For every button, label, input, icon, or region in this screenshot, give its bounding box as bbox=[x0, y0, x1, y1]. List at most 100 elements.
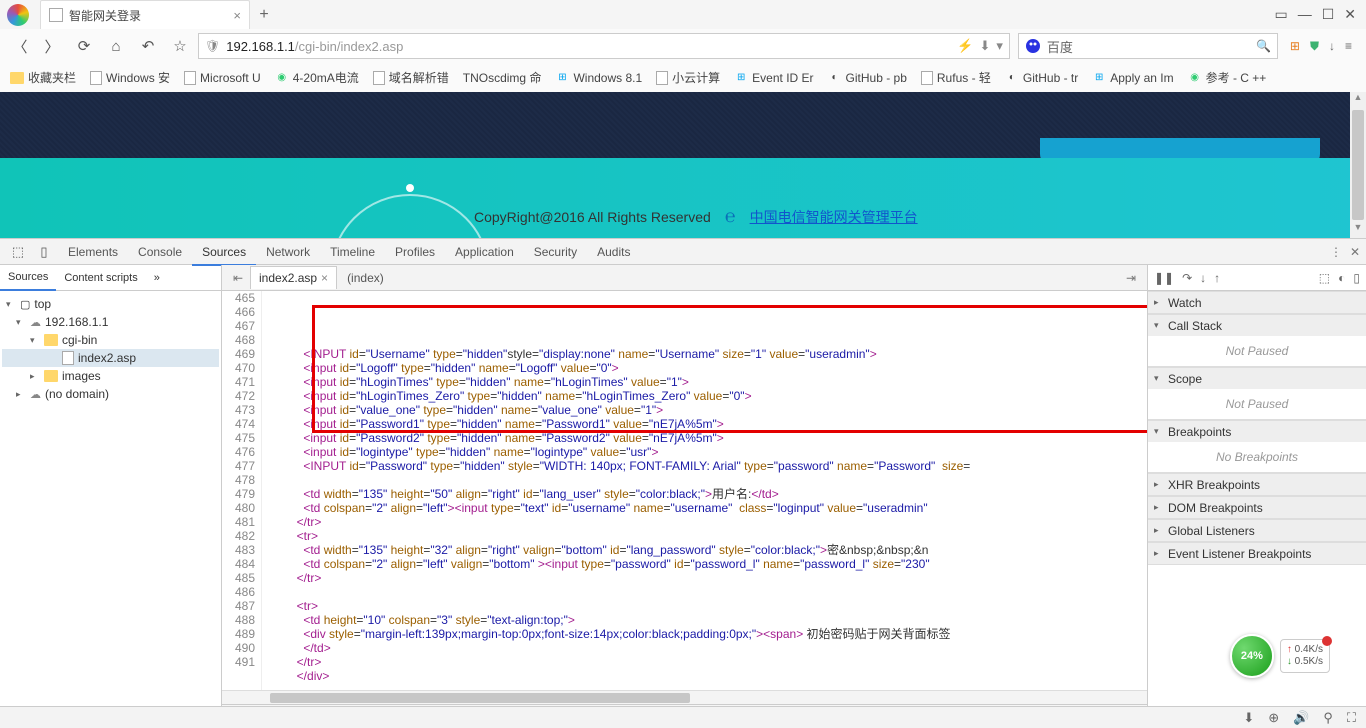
bookmark-item[interactable]: Rufus - 轻 bbox=[917, 67, 995, 88]
alert-dot-icon bbox=[1322, 636, 1332, 646]
network-icon[interactable]: ⊕ bbox=[1268, 710, 1279, 726]
bookmark-item[interactable]: 域名解析错 bbox=[369, 67, 453, 88]
line-gutter: 4654664674684694704714724734744754764774… bbox=[222, 291, 262, 690]
devtools-tab-profiles[interactable]: Profiles bbox=[385, 240, 445, 264]
debug-section-dom-breakpoints[interactable]: ▸DOM Breakpoints bbox=[1148, 496, 1366, 518]
app-logo[interactable] bbox=[0, 0, 36, 29]
sources-tab[interactable]: Sources bbox=[0, 265, 56, 291]
file-tree: ▾▢top ▾☁192.168.1.1 ▾cgi-bin index2.asp … bbox=[0, 291, 221, 728]
menu-icon[interactable]: ≡ bbox=[1345, 39, 1352, 54]
platform-link[interactable]: 中国电信智能网关管理平台 bbox=[750, 207, 918, 227]
devtools-tab-timeline[interactable]: Timeline bbox=[320, 240, 385, 264]
devtools-tab-elements[interactable]: Elements bbox=[58, 240, 128, 264]
skin-icon[interactable]: ▭ bbox=[1274, 6, 1287, 23]
inspect-icon[interactable]: ⬚ bbox=[6, 244, 30, 260]
page-footer-area: CopyRight@2016 All Rights Reserved ℮ 中国电… bbox=[0, 158, 1366, 238]
speaker-icon[interactable]: 🔊 bbox=[1293, 710, 1309, 726]
devtools-tab-audits[interactable]: Audits bbox=[587, 240, 640, 264]
apps-icon[interactable]: ⊞ bbox=[1290, 39, 1300, 54]
debug-section-global-listeners[interactable]: ▸Global Listeners bbox=[1148, 519, 1366, 541]
new-tab-button[interactable]: + bbox=[250, 6, 278, 24]
app-logo-icon bbox=[7, 4, 29, 26]
download-manager-icon[interactable]: ↓ bbox=[1329, 39, 1335, 54]
async-icon[interactable]: ▯ bbox=[1353, 271, 1360, 285]
flash-icon[interactable]: ⚡ bbox=[957, 38, 973, 54]
minimize-icon[interactable]: — bbox=[1298, 6, 1312, 23]
bookmark-item[interactable]: Windows 安 bbox=[86, 67, 174, 88]
nav-toggle-right-icon[interactable]: ⇥ bbox=[1119, 271, 1143, 285]
tree-top[interactable]: ▾▢top bbox=[2, 295, 219, 313]
bookmark-item[interactable]: ◐GitHub - pb bbox=[824, 69, 911, 87]
fullscreen-icon[interactable]: ⛶ bbox=[1347, 710, 1356, 726]
forward-button[interactable]: 〉 bbox=[38, 32, 66, 60]
network-monitor-widget[interactable]: 24% ↑ 0.4K/s ↓ 0.5K/s bbox=[1230, 634, 1330, 678]
close-icon[interactable]: × bbox=[321, 271, 328, 285]
page-scrollbar[interactable]: ▲ ▼ bbox=[1350, 92, 1366, 238]
close-icon[interactable]: × bbox=[233, 8, 241, 23]
tree-nodomain[interactable]: ▸☁(no domain) bbox=[2, 385, 219, 403]
bookmark-item[interactable]: Microsoft U bbox=[180, 69, 265, 87]
file-tab-index[interactable]: (index) bbox=[339, 267, 392, 289]
bookmark-item[interactable]: ⊞Apply an Im bbox=[1088, 69, 1177, 87]
bookmark-item[interactable]: ⊞Event ID Er bbox=[730, 69, 817, 87]
devtools-more-icon[interactable]: ⋮ bbox=[1330, 245, 1342, 259]
url-field[interactable]: 🛡 192.168.1.1 /cgi-bin/index2.asp ⚡ ⬇ ▾ bbox=[198, 33, 1010, 59]
star-button[interactable]: ☆ bbox=[166, 32, 194, 60]
sources-sidebar: Sources Content scripts » ▾▢top ▾☁192.16… bbox=[0, 265, 222, 728]
pause-icon[interactable]: ❚❚ bbox=[1154, 271, 1174, 285]
debug-section-scope[interactable]: ▾Scope bbox=[1148, 367, 1366, 389]
page-header bbox=[0, 92, 1366, 158]
debug-section-breakpoints[interactable]: ▾Breakpoints bbox=[1148, 420, 1366, 442]
search-field[interactable]: 百度 🔍 bbox=[1018, 33, 1278, 59]
bookmark-item[interactable]: ⊞Windows 8.1 bbox=[551, 69, 646, 87]
devtools-tab-network[interactable]: Network bbox=[256, 240, 320, 264]
browser-tab[interactable]: 智能网关登录 × bbox=[40, 0, 250, 29]
deactivate-bp-icon[interactable]: ⬚ bbox=[1319, 271, 1330, 285]
search-placeholder: 百度 bbox=[1047, 37, 1256, 56]
bookmark-item[interactable]: 小云计算 bbox=[652, 67, 724, 88]
content-scripts-tab[interactable]: Content scripts bbox=[56, 266, 145, 290]
bookmark-item[interactable]: ◐GitHub - tr bbox=[1001, 69, 1082, 87]
search-icon[interactable]: 🔍 bbox=[1256, 39, 1271, 53]
debug-section-event-listener-breakpoints[interactable]: ▸Event Listener Breakpoints bbox=[1148, 542, 1366, 564]
horizontal-scrollbar[interactable] bbox=[222, 690, 1147, 704]
code-content[interactable]: <INPUT id="Username" type="hidden"style=… bbox=[262, 291, 1147, 690]
reload-button[interactable]: ⟳ bbox=[70, 32, 98, 60]
bookmark-item[interactable]: 收藏夹栏 bbox=[6, 67, 80, 88]
devtools-tab-console[interactable]: Console bbox=[128, 240, 192, 264]
step-out-icon[interactable]: ↑ bbox=[1214, 271, 1220, 285]
debug-section-call-stack[interactable]: ▾Call Stack bbox=[1148, 314, 1366, 336]
tree-cgi-bin[interactable]: ▾cgi-bin bbox=[2, 331, 219, 349]
devtools-tab-sources[interactable]: Sources bbox=[192, 240, 256, 266]
tree-index2-asp[interactable]: index2.asp bbox=[2, 349, 219, 367]
step-into-icon[interactable]: ↓ bbox=[1200, 271, 1206, 285]
page-content: CopyRight@2016 All Rights Reserved ℮ 中国电… bbox=[0, 92, 1366, 238]
bookmark-item[interactable]: ◉参考 - C ++ bbox=[1184, 67, 1271, 88]
step-over-icon[interactable]: ↷ bbox=[1182, 271, 1192, 285]
debug-section-xhr-breakpoints[interactable]: ▸XHR Breakpoints bbox=[1148, 473, 1366, 495]
url-path: /cgi-bin/index2.asp bbox=[295, 39, 403, 54]
back-button[interactable]: 〈 bbox=[6, 32, 34, 60]
devtools-tab-application[interactable]: Application bbox=[445, 240, 524, 264]
bookmark-item[interactable]: TNOscdimg 命 bbox=[459, 67, 546, 88]
zoom-icon[interactable]: ⚲ bbox=[1323, 710, 1333, 726]
home-button[interactable]: ⌂ bbox=[102, 32, 130, 60]
device-icon[interactable]: ▯ bbox=[32, 244, 56, 260]
debug-section-watch[interactable]: ▸Watch bbox=[1148, 291, 1366, 313]
nav-toggle-icon[interactable]: ⇤ bbox=[226, 271, 250, 285]
undo-button[interactable]: ↶ bbox=[134, 32, 162, 60]
download-icon[interactable]: ⬇ bbox=[1243, 710, 1254, 726]
more-tabs-icon[interactable]: » bbox=[146, 266, 168, 290]
bookmark-item[interactable]: ◉4-20mA电流 bbox=[271, 67, 363, 88]
devtools-close-icon[interactable]: ✕ bbox=[1350, 245, 1360, 259]
tree-host[interactable]: ▾☁192.168.1.1 bbox=[2, 313, 219, 331]
devtools-tab-security[interactable]: Security bbox=[524, 240, 587, 264]
pause-exceptions-icon[interactable]: ◐ bbox=[1338, 271, 1345, 285]
close-window-icon[interactable]: ✕ bbox=[1344, 6, 1356, 23]
maximize-icon[interactable]: ☐ bbox=[1322, 6, 1335, 23]
adblock-icon[interactable]: ⛊ bbox=[1310, 39, 1319, 54]
dropdown-icon[interactable]: ▾ bbox=[996, 38, 1003, 54]
tree-images[interactable]: ▸images bbox=[2, 367, 219, 385]
file-tab-active[interactable]: index2.asp× bbox=[250, 266, 337, 289]
download-icon[interactable]: ⬇ bbox=[979, 38, 990, 54]
